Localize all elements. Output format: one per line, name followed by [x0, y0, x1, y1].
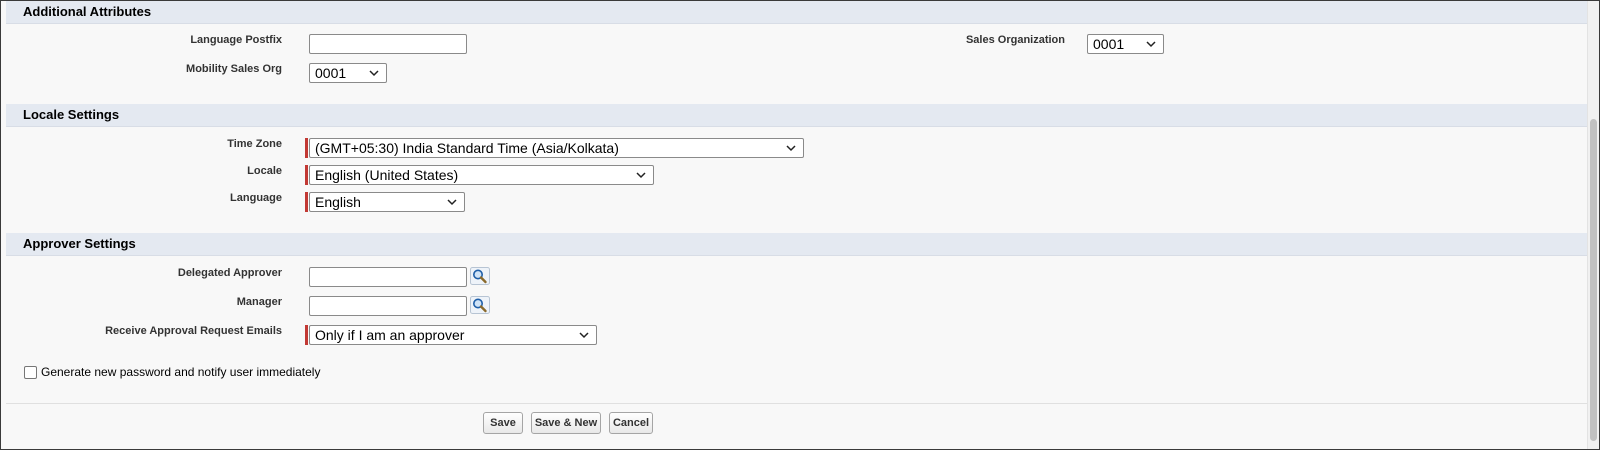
vertical-scrollbar[interactable] — [1587, 1, 1599, 449]
button-bar-divider — [6, 403, 1588, 404]
section-approver-settings: Approver Settings — [6, 233, 1588, 256]
receive-emails-value: Only if I am an approver — [315, 327, 465, 343]
chevron-down-icon — [1146, 41, 1156, 48]
sales-organization-value: 0001 — [1093, 36, 1125, 52]
delegated-approver-label: Delegated Approver — [177, 267, 282, 279]
sales-organization-select[interactable]: 0001 — [1087, 34, 1164, 54]
manager-input[interactable] — [309, 296, 467, 316]
language-postfix-label: Language Postfix — [190, 34, 282, 46]
time-zone-select[interactable]: (GMT+05:30) India Standard Time (Asia/Ko… — [309, 138, 804, 158]
delegated-approver-input[interactable] — [309, 267, 467, 287]
generate-password-checkbox[interactable] — [24, 366, 37, 379]
receive-emails-label: Receive Approval Request Emails — [105, 325, 282, 337]
locale-value: English (United States) — [315, 167, 459, 183]
sales-organization-label: Sales Organization — [965, 34, 1065, 46]
mobility-sales-org-value: 0001 — [315, 65, 347, 81]
required-indicator — [305, 192, 308, 212]
chevron-down-icon — [579, 332, 589, 339]
required-indicator — [305, 325, 308, 345]
chevron-down-icon — [786, 145, 796, 152]
language-value: English — [315, 194, 361, 210]
chevron-down-icon — [447, 199, 457, 206]
manager-label: Manager — [236, 296, 282, 308]
section-title: Approver Settings — [23, 236, 136, 251]
generate-password-label: Generate new password and notify user im… — [41, 365, 321, 379]
save-button[interactable]: Save — [483, 412, 523, 434]
chevron-down-icon — [636, 172, 646, 179]
locale-label: Locale — [247, 165, 282, 177]
required-indicator — [305, 138, 308, 158]
section-title: Additional Attributes — [23, 4, 152, 19]
language-select[interactable]: English — [309, 192, 465, 212]
language-postfix-input[interactable] — [309, 34, 467, 54]
receive-emails-select[interactable]: Only if I am an approver — [309, 325, 597, 345]
mobility-sales-org-label: Mobility Sales Org — [186, 63, 282, 75]
user-edit-form: Additional Attributes Language Postfix M… — [0, 0, 1600, 450]
chevron-down-icon — [369, 70, 379, 77]
section-title: Locale Settings — [23, 107, 120, 122]
lookup-magnifier-icon[interactable] — [470, 267, 490, 285]
time-zone-value: (GMT+05:30) India Standard Time (Asia/Ko… — [315, 140, 619, 156]
section-locale-settings: Locale Settings — [6, 104, 1588, 127]
time-zone-label: Time Zone — [227, 138, 282, 150]
scrollbar-thumb[interactable] — [1590, 119, 1597, 441]
lookup-magnifier-icon[interactable] — [470, 296, 490, 314]
locale-select[interactable]: English (United States) — [309, 165, 654, 185]
language-label: Language — [230, 192, 282, 204]
section-additional-attributes: Additional Attributes — [6, 1, 1588, 24]
save-and-new-button[interactable]: Save & New — [531, 412, 601, 434]
cancel-button[interactable]: Cancel — [609, 412, 653, 434]
required-indicator — [305, 165, 308, 185]
mobility-sales-org-select[interactable]: 0001 — [309, 63, 387, 83]
